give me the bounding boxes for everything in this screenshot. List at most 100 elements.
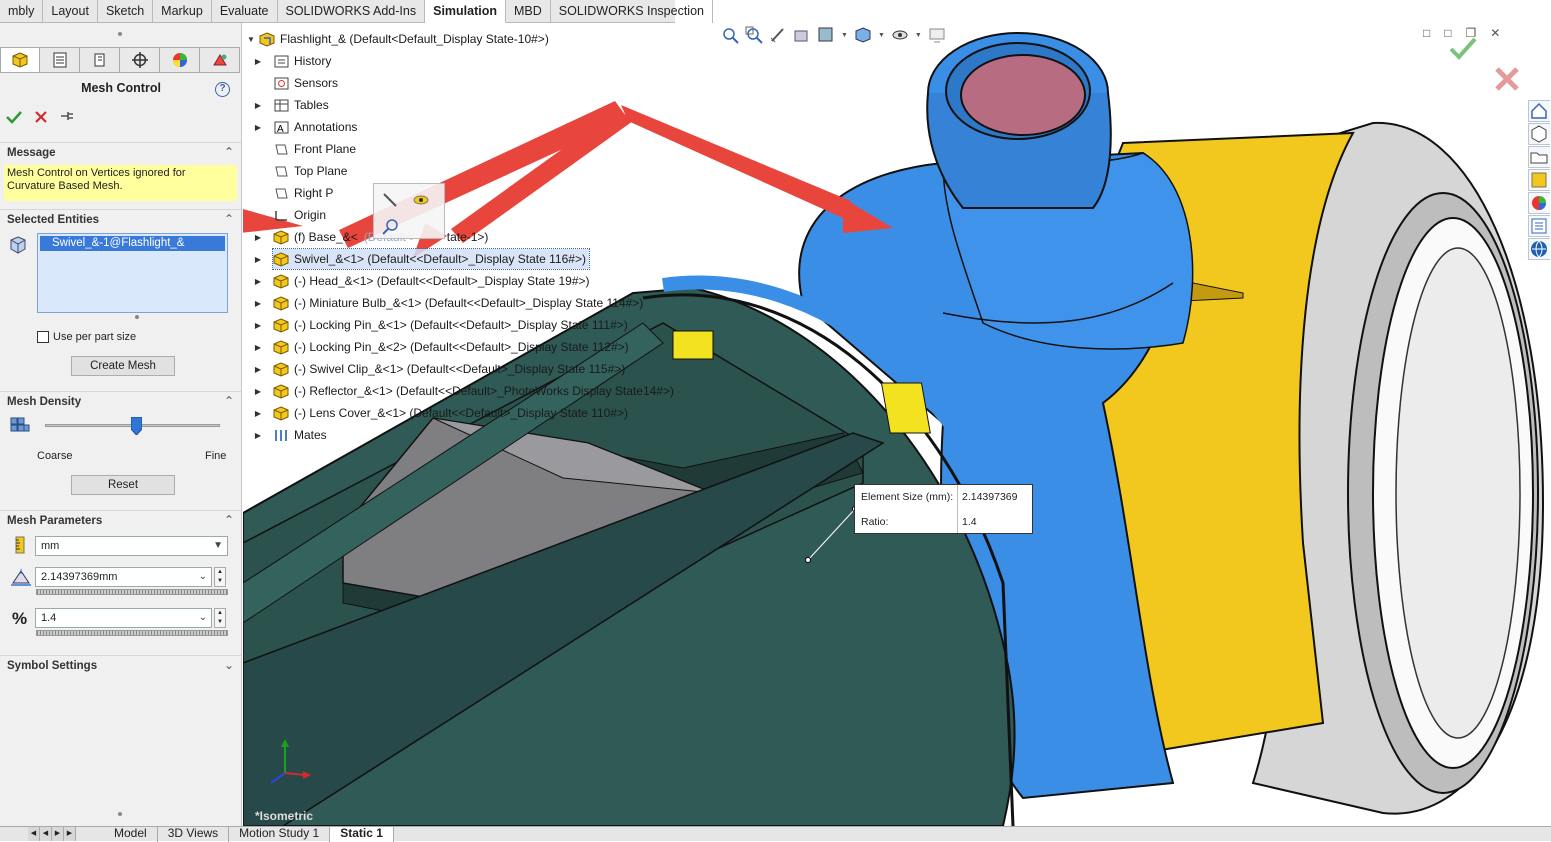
tab-solidworks-inspection[interactable]: SOLIDWORKS Inspection [551, 0, 713, 23]
tree-item[interactable]: ▶ (-) Reflector_&<1> (Default<<Default>_P… [255, 381, 674, 401]
expand-arrow-icon[interactable]: ▶ [243, 409, 273, 418]
dynamic-annotation-icon[interactable] [817, 26, 835, 44]
solidworks-resources-icon[interactable] [1528, 238, 1550, 260]
expand-arrow-icon[interactable]: ▶ [243, 277, 273, 286]
expand-arrow-icon[interactable]: ▶ [243, 321, 273, 330]
help-icon[interactable]: ? [215, 82, 230, 97]
element-size-input[interactable]: 2.14397369mm ⌄ [35, 567, 212, 587]
reset-button[interactable]: Reset [71, 475, 175, 495]
mesh-parameters-header[interactable]: Mesh Parameters ⌃ [0, 510, 241, 530]
element-size-stepper[interactable]: ▲ ▼ [214, 567, 226, 587]
dropdown-arrow-icon[interactable]: ▼ [841, 32, 848, 39]
tab-simulation[interactable]: Simulation [425, 0, 507, 23]
tree-item[interactable]: ▶ (-) Locking Pin_&<2> (Default<<Default>… [255, 337, 629, 357]
confirm-cancel-icon[interactable] [1493, 65, 1521, 93]
tree-item[interactable]: ▶ Mates [255, 425, 327, 445]
tab-markup[interactable]: Markup [153, 0, 212, 23]
mesh-density-header[interactable]: Mesh Density ⌃ [0, 391, 241, 411]
density-slider-thumb[interactable] [130, 416, 143, 436]
expand-arrow-icon[interactable]: ▶ [243, 123, 273, 132]
tree-item[interactable]: Front Plane [273, 139, 356, 159]
tree-item[interactable]: Right P [273, 183, 333, 203]
tab-display-manager[interactable] [160, 47, 200, 73]
expand-arrow-icon[interactable]: ▶ [243, 343, 273, 352]
home-icon[interactable] [1528, 100, 1550, 122]
zoom-area-icon[interactable] [745, 26, 763, 44]
tree-item[interactable]: ▶ (-) Locking Pin_&<1> (Default<<Default>… [255, 315, 628, 335]
element-size-slider[interactable] [36, 589, 228, 595]
tab-evaluate[interactable]: Evaluate [212, 0, 278, 23]
expand-arrow-icon[interactable]: ▶ [243, 365, 273, 374]
expand-arrow-icon[interactable]: ▶ [243, 101, 273, 110]
ratio-input[interactable]: 1.4 ⌄ [35, 608, 212, 628]
collapse-chevron-icon[interactable]: ⌃ [224, 513, 234, 527]
expand-arrow-icon[interactable]: ▶ [243, 57, 273, 66]
file-explorer-icon[interactable] [1528, 146, 1550, 168]
collapse-arrow-icon[interactable]: ▼ [247, 35, 259, 44]
tab-mbd[interactable]: MBD [506, 0, 551, 23]
bottom-tab-motion-study-1[interactable]: Motion Study 1 [229, 827, 331, 842]
dropdown-arrow-icon[interactable]: ▼ [878, 32, 885, 39]
tab-sketch[interactable]: Sketch [98, 0, 154, 23]
tab-configuration-manager[interactable] [80, 47, 120, 73]
tree-item[interactable]: ▶ (-) Lens Cover_&<1> (Default<<Default>_… [255, 403, 628, 423]
tab-feature-manager[interactable] [0, 47, 40, 73]
expand-arrow-icon[interactable]: ▶ [243, 431, 273, 440]
symbol-settings-header[interactable]: Symbol Settings ⌄ [0, 655, 241, 675]
message-section-header[interactable]: Message ⌃ [0, 142, 241, 162]
hide-show-icon[interactable] [412, 192, 430, 208]
tree-item[interactable]: ▶ Tables [255, 95, 329, 115]
tree-item[interactable]: Origin [273, 205, 326, 225]
panel-grip[interactable] [118, 812, 122, 816]
create-mesh-button[interactable]: Create Mesh [71, 356, 175, 376]
selected-entities-header[interactable]: Selected Entities ⌃ [0, 209, 241, 229]
collapse-chevron-icon[interactable]: ⌃ [224, 212, 234, 226]
zoom-to-fit-icon[interactable] [721, 26, 739, 44]
list-item[interactable]: Swivel_&-1@Flashlight_& [40, 236, 225, 251]
tree-root[interactable]: ▼ Flashlight_& (Default<Default_Display … [247, 29, 549, 49]
expand-arrow-icon[interactable]: ▶ [243, 233, 273, 242]
bottom-tab-3d-views[interactable]: 3D Views [158, 827, 230, 842]
tab-mbly[interactable]: mbly [0, 0, 44, 23]
tree-item[interactable]: ▶ Swivel_&<1> (Default<<Default>_Display … [255, 248, 590, 270]
tree-item[interactable]: ▶ (-) Head_&<1> (Default<<Default>_Displa… [255, 271, 590, 291]
edit-tool-icon[interactable] [382, 192, 398, 208]
tree-item[interactable]: ▶ (-) Swivel Clip_&<1> (Default<<Default>… [255, 359, 625, 379]
first-tab-icon[interactable]: ◀ [28, 827, 40, 841]
tile-left-icon[interactable]: □ [1423, 26, 1430, 40]
design-library-icon[interactable] [1528, 123, 1550, 145]
graphics-area[interactable]: ▼ ▼ ▼ □ □ ❐ ✕ ▼ Flashlight_& (Default<De… [243, 23, 1551, 826]
bottom-tab-static-1[interactable]: Static 1 [330, 827, 394, 842]
mesh-control-callout[interactable]: Element Size (mm): 2.14397369 Ratio: 1.4 [854, 484, 1033, 534]
panel-grip[interactable] [118, 32, 122, 36]
expand-arrow-icon[interactable]: ▶ [243, 387, 273, 396]
resize-grip[interactable] [135, 315, 139, 319]
ratio-slider[interactable] [36, 630, 228, 636]
tree-item[interactable]: ▶ History [255, 51, 331, 71]
ratio-stepper[interactable]: ▲ ▼ [214, 608, 226, 628]
callout-anchor[interactable] [805, 557, 811, 563]
ok-check-icon[interactable] [6, 110, 22, 124]
view-orientation-icon[interactable] [854, 26, 872, 44]
pushpin-icon[interactable] [59, 109, 75, 123]
zoom-to-selection-icon[interactable] [382, 218, 400, 236]
last-tab-icon[interactable]: ▶ [64, 827, 76, 841]
tab-solidworks-add-ins[interactable]: SOLIDWORKS Add-Ins [278, 0, 426, 23]
tree-item[interactable]: Sensors [273, 73, 338, 93]
tree-item[interactable]: Top Plane [273, 161, 347, 181]
expand-chevron-icon[interactable]: ⌄ [224, 658, 234, 672]
collapse-chevron-icon[interactable]: ⌃ [224, 394, 234, 408]
view-settings-icon[interactable] [928, 26, 946, 44]
section-view-icon[interactable] [793, 26, 811, 44]
close-icon[interactable]: ✕ [1490, 26, 1500, 40]
unit-select[interactable]: mm ▼ [35, 536, 228, 556]
custom-properties-icon[interactable] [1528, 215, 1550, 237]
expand-arrow-icon[interactable]: ▶ [243, 255, 273, 264]
selection-list[interactable]: Swivel_&-1@Flashlight_& [37, 233, 228, 313]
bottom-tab-model[interactable]: Model [104, 827, 158, 842]
use-per-part-size-checkbox[interactable] [37, 331, 49, 343]
tab-layout[interactable]: Layout [43, 0, 98, 23]
tree-item[interactable]: ▶ A Annotations [255, 117, 357, 137]
expand-arrow-icon[interactable]: ▶ [243, 299, 273, 308]
prev-tab-icon[interactable]: ◀ [40, 827, 52, 841]
